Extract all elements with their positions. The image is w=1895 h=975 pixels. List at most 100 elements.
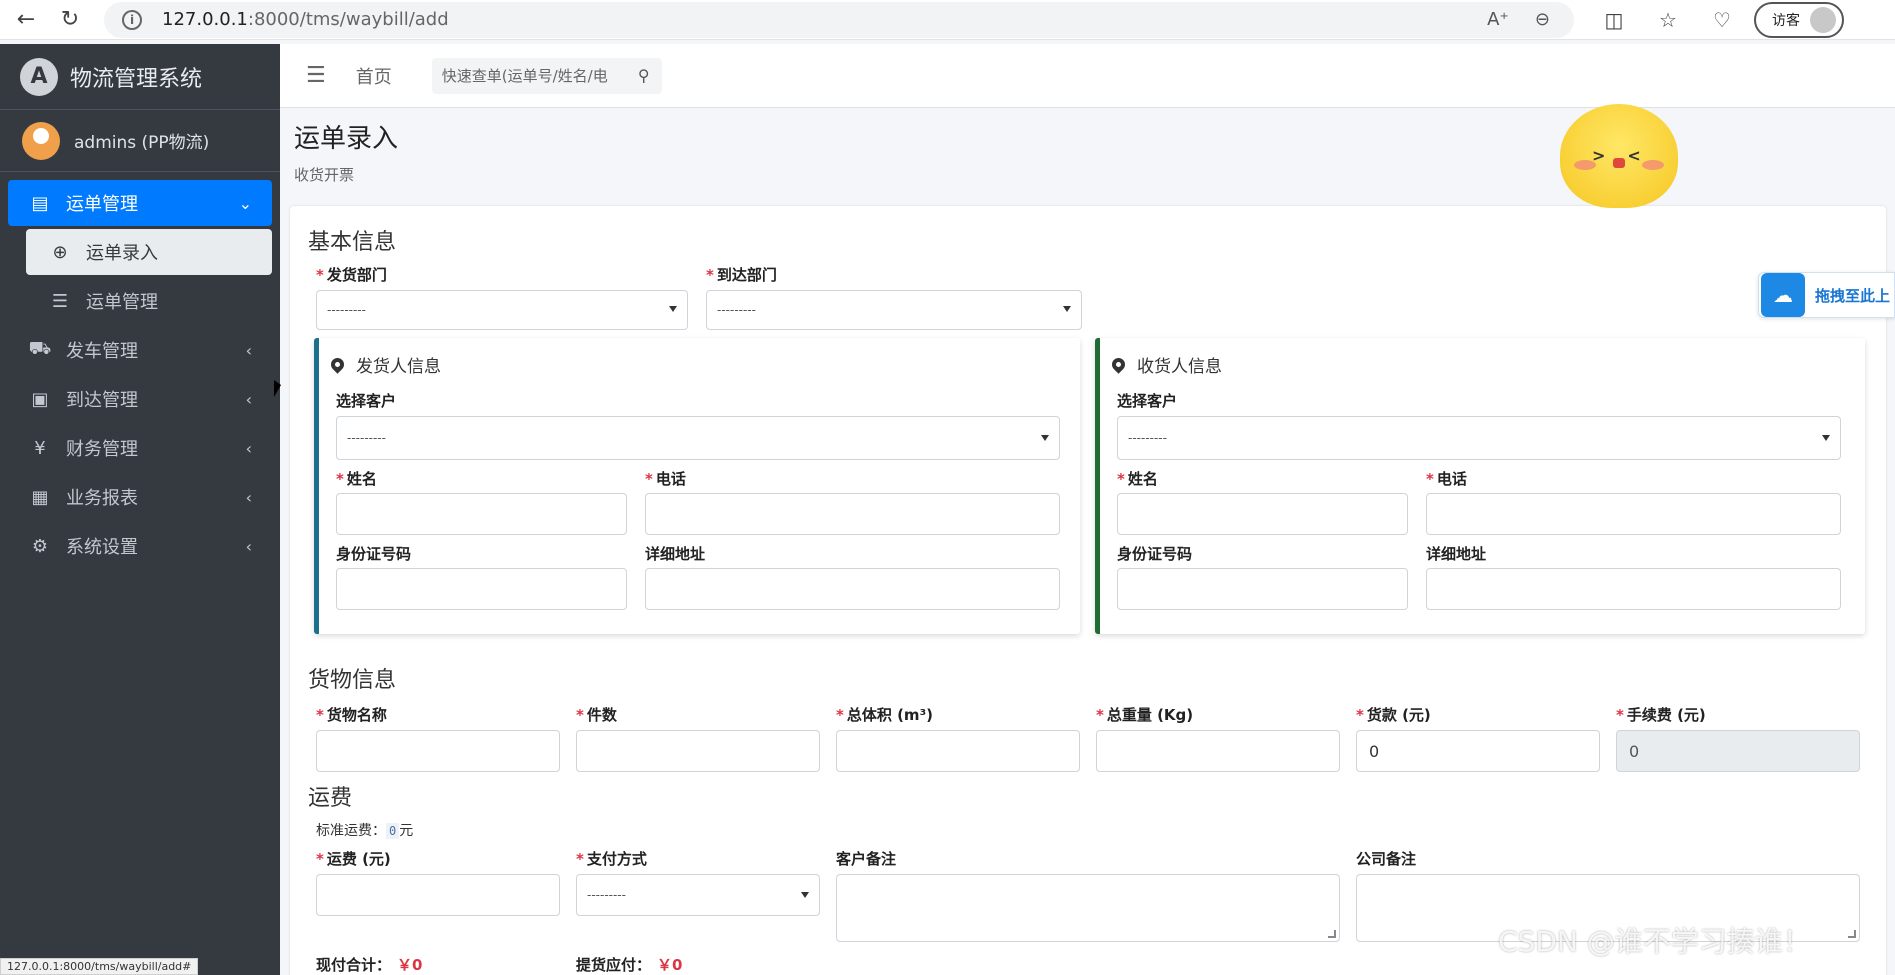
- sidebar-item-settings[interactable]: ⚙ 系统设置 ‹: [8, 523, 272, 569]
- guest-profile-button[interactable]: 访客: [1754, 1, 1844, 38]
- home-link[interactable]: 首页: [356, 63, 392, 89]
- user-panel[interactable]: admins (PP物流): [0, 110, 280, 172]
- goods-count-input[interactable]: [576, 730, 820, 772]
- goods-payment-input[interactable]: 0: [1356, 730, 1600, 772]
- hamburger-icon[interactable]: ☰: [306, 63, 326, 88]
- receiver-name-input[interactable]: [1117, 493, 1408, 535]
- sender-id-label: 身份证号码: [336, 545, 412, 563]
- reload-icon[interactable]: ↻: [52, 2, 88, 38]
- sender-name-input[interactable]: [336, 493, 627, 535]
- chevron-left-icon: ‹: [245, 389, 252, 409]
- sidebar-subitem-waybill-add[interactable]: ⊕ 运单录入: [26, 229, 272, 275]
- yen-icon: ¥: [34, 437, 46, 459]
- receiver-address-input[interactable]: [1426, 568, 1841, 610]
- site-info-icon[interactable]: i: [122, 9, 142, 30]
- sender-phone-input[interactable]: [645, 493, 1060, 535]
- chevron-down-icon: ⌄: [238, 193, 252, 213]
- sender-customer-select[interactable]: ---------: [336, 416, 1060, 460]
- freight-fee-input[interactable]: [316, 874, 560, 916]
- address-bar[interactable]: i 127.0.0.1:8000/tms/waybill/add A⁺ ⊖: [104, 1, 1574, 38]
- customer-note-label: 客户备注: [836, 850, 897, 868]
- receiver-customer-select[interactable]: ---------: [1117, 416, 1841, 460]
- receiver-id-label: 身份证号码: [1117, 545, 1193, 563]
- basic-info-title: 基本信息: [308, 230, 397, 255]
- sidebar-subitem-waybill-manage[interactable]: ☰ 运单管理: [26, 278, 272, 324]
- sidebar-item-label: 发车管理: [66, 341, 138, 362]
- search-input[interactable]: 快速查单(运单号/姓名/电: [442, 65, 626, 86]
- receiver-address-label: 详细地址: [1426, 545, 1487, 563]
- to-dept-select[interactable]: ---------: [706, 290, 1082, 330]
- receiver-phone-label: * 电话: [1426, 470, 1467, 488]
- health-icon[interactable]: ♡: [1708, 6, 1736, 34]
- sidebar-item-arrival[interactable]: ▣ 到达管理 ‹: [8, 376, 272, 422]
- caret-down-icon: [1063, 306, 1071, 312]
- from-dept-label: * 发货部门: [316, 266, 387, 284]
- page-subtitle: 收货开票: [294, 166, 355, 184]
- drag-upload-label: 拖拽至此上: [1815, 286, 1891, 305]
- zoom-icon[interactable]: ⊖: [1535, 9, 1550, 30]
- chevron-left-icon: ‹: [245, 536, 252, 556]
- mouse-cursor-icon: [274, 380, 281, 397]
- sidebar-item-reports[interactable]: ▦ 业务报表 ‹: [8, 474, 272, 520]
- sidebar-item-label: 业务报表: [66, 488, 138, 509]
- pay-method-label: * 支付方式: [576, 850, 647, 868]
- sidebar-submenu: ⊕ 运单录入 ☰ 运单管理: [26, 229, 272, 324]
- sender-card: 发货人信息 选择客户 --------- * 姓名 * 电话 身份证号码 详细地址: [314, 338, 1080, 634]
- receiver-id-input[interactable]: [1117, 568, 1408, 610]
- user-name: admins (PP物流): [74, 133, 210, 153]
- dolly-icon: ▣: [31, 388, 49, 410]
- sender-address-input[interactable]: [645, 568, 1060, 610]
- brand[interactable]: A 物流管理系统: [0, 44, 280, 110]
- goods-weight-input[interactable]: [1096, 730, 1340, 772]
- sidebar: A 物流管理系统 admins (PP物流) ▤ 运单管理 ⌄ ⊕ 运单录入 ☰…: [0, 44, 280, 975]
- sender-card-header: 发货人信息: [328, 352, 441, 377]
- map-marker-icon: [328, 355, 347, 374]
- search-icon[interactable]: ⚲: [626, 66, 662, 85]
- truck-icon: ⛟: [28, 338, 52, 359]
- goods-name-label: * 货物名称: [316, 706, 387, 724]
- quick-search[interactable]: 快速查单(运单号/姓名/电 ⚲: [431, 57, 662, 94]
- pickup-payable: 提货应付： ￥0: [576, 956, 683, 974]
- plus-circle-icon: ⊕: [52, 241, 68, 263]
- top-navbar: ☰ 首页 快速查单(运单号/姓名/电 ⚲: [280, 44, 1895, 108]
- favorites-icon[interactable]: ☆: [1654, 6, 1682, 34]
- receiver-customer-label: 选择客户: [1117, 392, 1178, 410]
- caret-down-icon: [1041, 435, 1049, 441]
- receiver-card-header: 收货人信息: [1109, 352, 1222, 377]
- freight-title: 运费: [308, 786, 353, 811]
- sidebar-item-finance[interactable]: ¥ 财务管理 ‹: [8, 425, 272, 471]
- sidebar-item-waybill[interactable]: ▤ 运单管理 ⌄: [8, 180, 272, 226]
- browser-toolbar: ← ↻ i 127.0.0.1:8000/tms/waybill/add A⁺ …: [0, 0, 1895, 40]
- watermark: CSDN @谁不学习揍谁！: [1498, 925, 1811, 958]
- resize-grip-icon[interactable]: [1848, 930, 1856, 938]
- gear-icon: ⚙: [31, 535, 49, 557]
- drag-upload-widget[interactable]: ☁ 拖拽至此上: [1758, 272, 1895, 318]
- sidebar-item-label: 系统设置: [66, 537, 138, 558]
- pay-method-select[interactable]: ---------: [576, 874, 820, 916]
- avatar-icon: [1810, 6, 1836, 33]
- goods-name-input[interactable]: [316, 730, 560, 772]
- receiver-phone-input[interactable]: [1426, 493, 1841, 535]
- waybill-form: 基本信息 * 发货部门 --------- * 到达部门 --------- 发货人…: [290, 206, 1886, 975]
- customer-note-textarea[interactable]: [836, 874, 1340, 942]
- sender-phone-label: * 电话: [645, 470, 686, 488]
- goods-count-label: * 件数: [576, 706, 617, 724]
- goods-info-title: 货物信息: [308, 668, 397, 693]
- status-bar-url: 127.0.0.1:8000/tms/waybill/add#: [0, 958, 199, 975]
- sidebar-item-label: 到达管理: [66, 390, 138, 411]
- list-icon: ☰: [51, 290, 69, 312]
- sidebar-menu: ▤ 运单管理 ⌄ ⊕ 运单录入 ☰ 运单管理 ⛟ 发车管理 ‹ ▣ 到达管理 ‹…: [0, 172, 280, 569]
- cloud-icon: ☁: [1761, 273, 1805, 317]
- sidebar-item-label: 运单录入: [86, 243, 158, 264]
- company-note-label: 公司备注: [1356, 850, 1417, 868]
- sidebar-item-dispatch[interactable]: ⛟ 发车管理 ‹: [8, 327, 272, 373]
- caret-down-icon: [1822, 435, 1830, 441]
- back-icon[interactable]: ←: [8, 2, 44, 38]
- sender-id-input[interactable]: [336, 568, 627, 610]
- from-dept-select[interactable]: ---------: [316, 290, 688, 330]
- resize-grip-icon[interactable]: [1328, 930, 1336, 938]
- page-title: 运单录入: [294, 124, 399, 154]
- goods-volume-input[interactable]: [836, 730, 1080, 772]
- read-aloud-icon[interactable]: A⁺: [1487, 9, 1509, 30]
- split-screen-icon[interactable]: ◫: [1600, 6, 1628, 34]
